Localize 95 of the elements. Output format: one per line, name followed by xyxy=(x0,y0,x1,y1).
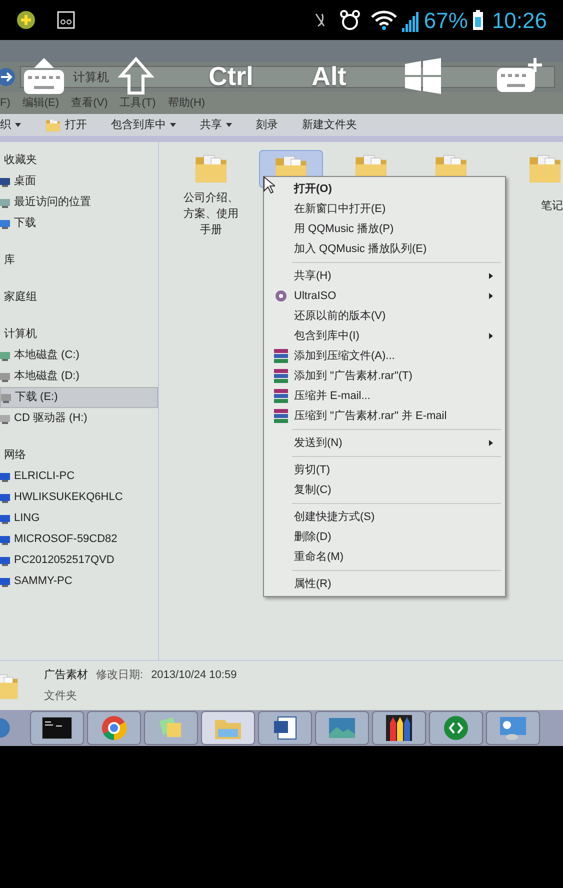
toolbar-button[interactable]: 共享 xyxy=(200,116,232,134)
computer-icon xyxy=(0,492,10,502)
nav-item[interactable]: PC2012052517QVD xyxy=(0,550,158,571)
back-arrow-icon[interactable] xyxy=(0,67,16,87)
taskbar-button[interactable] xyxy=(30,711,84,745)
context-menu-item[interactable]: 添加到压缩文件(A)... xyxy=(264,346,505,366)
context-menu-item[interactable]: 共享(H) xyxy=(264,266,505,286)
nav-item[interactable]: SAMMY-PC xyxy=(0,571,158,592)
context-menu-item[interactable]: 创建快捷方式(S) xyxy=(264,507,505,527)
breadcrumb-item[interactable]: 计算机 xyxy=(73,68,109,86)
context-menu-item[interactable]: UltraISO xyxy=(264,286,505,306)
pencils-icon xyxy=(386,715,412,741)
modified-date: 2013/10/24 10:59 xyxy=(151,668,237,683)
drive-icon xyxy=(0,350,10,360)
folder-item[interactable]: 公司介绍、方案、使用手册 xyxy=(179,150,243,238)
computer-icon xyxy=(0,534,10,544)
drive-icon xyxy=(0,372,10,382)
nav-group-title[interactable]: 网络 xyxy=(0,445,158,466)
wifi-icon xyxy=(370,8,398,32)
battery-icon xyxy=(472,9,484,31)
context-menu-item[interactable]: 压缩并 E-mail... xyxy=(264,386,505,406)
mouse-pointer-icon xyxy=(263,176,275,194)
nav-group-title[interactable]: 收藏夹 xyxy=(0,150,158,171)
context-menu-item[interactable]: 复制(C) xyxy=(264,480,505,500)
clock-time: 10:26 xyxy=(492,6,547,34)
nav-item[interactable]: 本地磁盘 (D:) xyxy=(0,366,158,387)
drive-icon xyxy=(0,198,10,208)
taskbar-button[interactable] xyxy=(258,711,312,745)
nav-item[interactable]: MICROSOF-59CD82 xyxy=(0,529,158,550)
folder-icon xyxy=(45,117,61,133)
shield-plus-icon xyxy=(16,10,36,30)
document-icon xyxy=(272,715,298,741)
toolbar-button[interactable]: 打开 xyxy=(45,116,87,134)
submenu-arrow-icon xyxy=(489,293,493,299)
submenu-arrow-icon xyxy=(489,273,493,279)
nav-item[interactable]: 本地磁盘 (C:) xyxy=(0,345,158,366)
computer-icon xyxy=(0,472,10,482)
terminal-icon xyxy=(42,717,72,739)
browser-icon xyxy=(101,715,127,741)
context-menu-item[interactable]: 包含到库中(I) xyxy=(264,326,505,346)
archive-books-icon xyxy=(274,349,288,363)
folder-label: 公司介绍、方案、使用手册 xyxy=(182,191,240,238)
nav-item[interactable]: 下载 xyxy=(0,213,158,234)
folder-label: 笔记 xyxy=(541,199,563,214)
archive-books-icon xyxy=(274,409,288,423)
download-icon xyxy=(0,218,10,228)
archive-books-icon xyxy=(274,369,288,383)
archive-books-icon xyxy=(274,389,288,403)
context-menu-item[interactable]: 添加到 "广告素材.rar"(T) xyxy=(264,366,505,386)
context-menu-item[interactable]: 删除(D) xyxy=(264,527,505,547)
context-menu-item[interactable]: 发送到(N) xyxy=(264,433,505,453)
drive-icon xyxy=(0,414,10,424)
context-menu-item[interactable]: 还原以前的版本(V) xyxy=(264,306,505,326)
nav-item[interactable]: 桌面 xyxy=(0,171,158,192)
drive-icon xyxy=(1,392,11,402)
file-name: 广告素材 xyxy=(44,668,88,683)
toolbar-button[interactable]: 包含到库中 xyxy=(111,116,176,134)
computer-icon xyxy=(0,576,10,586)
submenu-arrow-icon xyxy=(489,440,493,446)
computer-icon xyxy=(0,556,10,566)
shift-key-button[interactable] xyxy=(118,56,154,96)
nav-group-title[interactable]: 计算机 xyxy=(0,324,158,345)
context-menu-item[interactable]: 用 QQMusic 播放(P) xyxy=(264,219,505,239)
battery-percent: 67% xyxy=(424,6,468,34)
computer-icon xyxy=(0,514,10,524)
nav-item[interactable]: ELRICLI-PC xyxy=(0,466,158,487)
remote-arrows-icon xyxy=(443,715,469,741)
context-menu-item[interactable]: 属性(R) xyxy=(264,574,505,594)
toolbar-button[interactable]: 织 xyxy=(0,116,21,134)
nav-item[interactable]: LING xyxy=(0,508,158,529)
nav-item[interactable]: HWLIKSUKEKQ6HLC xyxy=(0,487,158,508)
voicemail-icon xyxy=(56,10,76,30)
toolbar-button[interactable]: 新建文件夹 xyxy=(302,116,357,134)
alarm-icon xyxy=(338,8,362,32)
nav-item[interactable]: CD 驱动器 (H:) xyxy=(0,408,158,429)
disc-icon xyxy=(275,290,287,302)
taskbar-button[interactable] xyxy=(372,711,426,745)
picture-icon xyxy=(327,716,357,740)
nav-item[interactable]: 下载 (E:) xyxy=(0,387,158,408)
caret-icon xyxy=(226,123,232,127)
context-menu-item[interactable]: 剪切(T) xyxy=(264,460,505,480)
file-type: 文件夹 xyxy=(44,688,78,704)
nav-item[interactable]: 最近访问的位置 xyxy=(0,192,158,213)
submenu-arrow-icon xyxy=(489,333,493,339)
caret-icon xyxy=(170,123,176,127)
desktop-icon xyxy=(0,176,10,186)
context-menu-item[interactable]: 重命名(M) xyxy=(264,547,505,567)
caret-icon xyxy=(15,123,21,127)
control-panel-icon xyxy=(498,715,528,741)
modified-date-label: 修改日期: xyxy=(96,668,144,683)
context-menu-item[interactable]: 压缩到 "广告素材.rar" 并 E-mail xyxy=(264,406,505,426)
nav-group-title[interactable]: 库 xyxy=(0,250,158,271)
toolbar-button[interactable]: 刻录 xyxy=(256,116,278,134)
nav-group-title[interactable]: 家庭组 xyxy=(0,287,158,308)
context-menu-item[interactable]: 加入 QQMusic 播放队列(E) xyxy=(264,239,505,259)
